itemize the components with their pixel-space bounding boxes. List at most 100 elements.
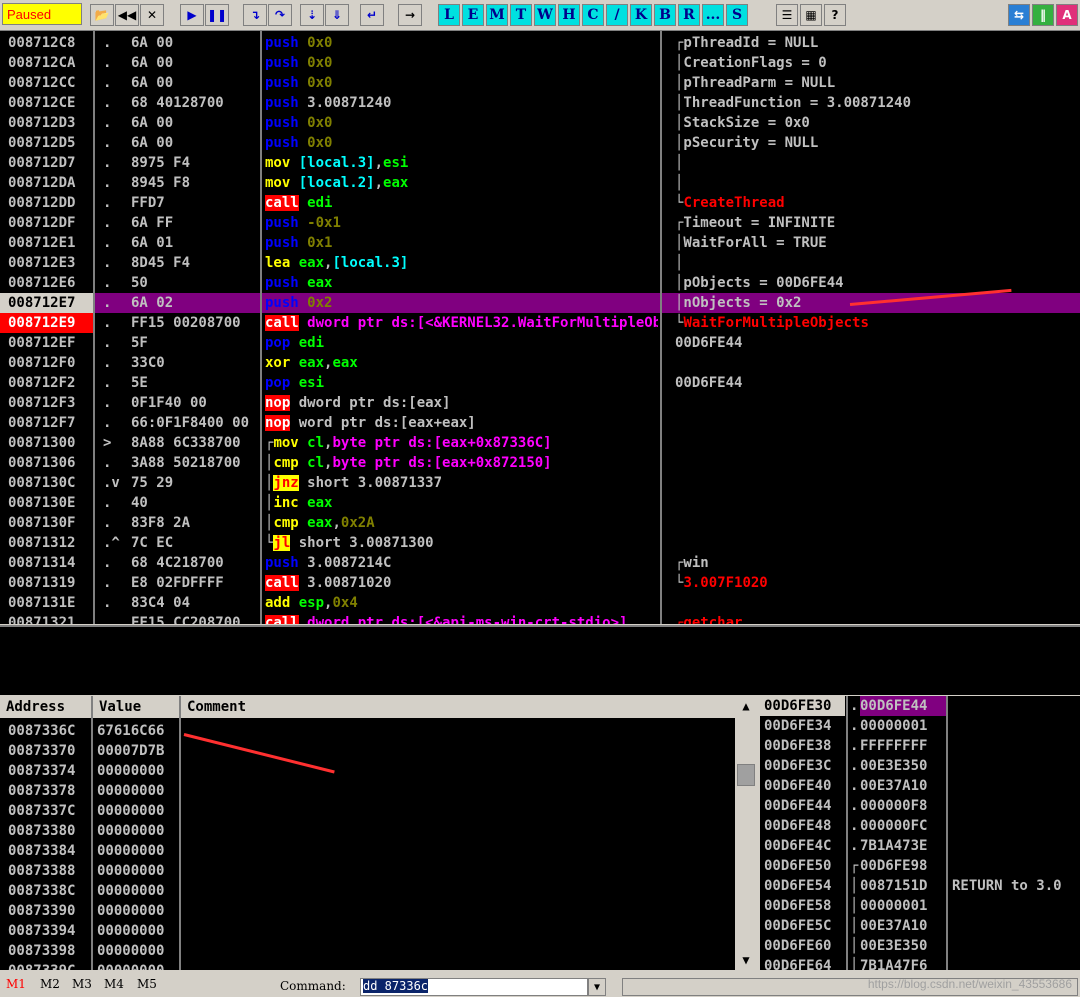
window-button[interactable]: K: [630, 4, 652, 26]
disassembly-row[interactable]: 0087130F. 83F8 2A │cmp eax,0x2A: [0, 513, 1080, 533]
instruction-address[interactable]: 008712F0: [0, 353, 93, 373]
pause-icon[interactable]: ❚❚: [205, 4, 229, 26]
step-into-icon[interactable]: ↴: [243, 4, 267, 26]
instruction-address[interactable]: 0087130F: [0, 513, 93, 533]
execute-till-return-icon[interactable]: ↵: [360, 4, 384, 26]
window-button[interactable]: E: [462, 4, 484, 26]
disassembly-row[interactable]: 008712E9. FF15 00208700 call dword ptr ds:…: [0, 313, 1080, 333]
disassembly-row[interactable]: 00871319. E8 02FDFFFF call 3.00871020 └3.00…: [0, 573, 1080, 593]
window-button[interactable]: /: [606, 4, 628, 26]
chevron-down-icon[interactable]: ▼: [588, 978, 606, 996]
disassembly-row[interactable]: 008712E3. 8D45 F4 lea eax,[local.3] │: [0, 253, 1080, 273]
instruction-address[interactable]: 00871306: [0, 453, 93, 473]
disassembly-row[interactable]: 008712E1. 6A 01 push 0x1 │WaitForAll = TRUE: [0, 233, 1080, 253]
goto-icon[interactable]: →: [398, 4, 422, 26]
disassembly-row[interactable]: 008712D3. 6A 00 push 0x0 │StackSize = 0x0: [0, 113, 1080, 133]
marker-m1[interactable]: M1: [6, 977, 26, 991]
disassembly-row[interactable]: 008712E6. 50 push eax │pObjects = 00D6FE44: [0, 273, 1080, 293]
instruction-address[interactable]: 008712F2: [0, 373, 93, 393]
stack-row[interactable]: 00D6FE58 │ 00000001: [760, 896, 1080, 916]
instruction-address[interactable]: 008712DA: [0, 173, 93, 193]
disassembly-row[interactable]: 008712CE. 68 40128700 push 3.00871240 │Thre…: [0, 93, 1080, 113]
disassembly-row[interactable]: 008712D5. 6A 00 push 0x0 │pSecurity = NULL: [0, 133, 1080, 153]
window-button[interactable]: C: [582, 4, 604, 26]
instruction-address[interactable]: 008712F7: [0, 413, 93, 433]
window-button[interactable]: R: [678, 4, 700, 26]
list-icon[interactable]: ☰: [776, 4, 798, 26]
instruction-address[interactable]: 00871321: [0, 613, 93, 624]
plugin-icon[interactable]: ‖: [1032, 4, 1054, 26]
instruction-address[interactable]: 008712DF: [0, 213, 93, 233]
stack-row[interactable]: 00D6FE40. 00E37A10: [760, 776, 1080, 796]
instruction-address[interactable]: 008712F3: [0, 393, 93, 413]
help-icon[interactable]: ?: [824, 4, 846, 26]
disassembly-row[interactable]: 008712DA. 8945 F8 mov [local.2],eax │: [0, 173, 1080, 193]
stack-row[interactable]: 00D6FE5C │ 00E37A10: [760, 916, 1080, 936]
disassembly-row[interactable]: 00871312 .^ 7C EC └jl short 3.00871300: [0, 533, 1080, 553]
dump-row[interactable]: 00873378 00000000: [0, 781, 735, 801]
instruction-address[interactable]: 008712EF: [0, 333, 93, 353]
disassembly-row[interactable]: 00871321. FF15 CC208700 call dword ptr ds:…: [0, 613, 1080, 624]
window-button[interactable]: S: [726, 4, 748, 26]
instruction-address[interactable]: 008712E3: [0, 253, 93, 273]
stack-row[interactable]: 00D6FE54 │ 0087151D RETURN to 3.0: [760, 876, 1080, 896]
disassembly-row[interactable]: 0087130C .v 75 29 │jnz short 3.00871337: [0, 473, 1080, 493]
instruction-address[interactable]: 008712E9: [0, 313, 93, 333]
disassembly-row[interactable]: 008712F0. 33C0 xor eax,eax: [0, 353, 1080, 373]
instruction-address[interactable]: 008712D3: [0, 113, 93, 133]
window-button[interactable]: M: [486, 4, 508, 26]
trace-into-icon[interactable]: ⇣: [300, 4, 324, 26]
disassembly-row[interactable]: 008712DD. FFD7 call edi └CreateThread: [0, 193, 1080, 213]
scroll-up-icon[interactable]: ▲: [735, 696, 757, 716]
dump-row[interactable]: 0087338C 00000000: [0, 881, 735, 901]
dump-header-value[interactable]: Value: [93, 696, 181, 718]
scroll-down-icon[interactable]: ▼: [735, 950, 757, 970]
about-icon[interactable]: A: [1056, 4, 1078, 26]
instruction-address[interactable]: 008712CE: [0, 93, 93, 113]
disassembly-row[interactable]: 0087130E. 40 │inc eax: [0, 493, 1080, 513]
stack-row[interactable]: 00D6FE44. 000000F8: [760, 796, 1080, 816]
column-divider[interactable]: [660, 31, 662, 624]
stack-row[interactable]: 00D6FE38. FFFFFFFF: [760, 736, 1080, 756]
dump-row[interactable]: 0087339C 00000000: [0, 961, 735, 970]
marker-m3[interactable]: M3: [72, 977, 92, 991]
instruction-address[interactable]: 00871300: [0, 433, 93, 453]
dump-header-comment[interactable]: Comment: [181, 696, 735, 718]
disassembly-row[interactable]: 008712DF. 6A FF push -0x1 ┌Timeout = INFINI…: [0, 213, 1080, 233]
dump-row[interactable]: 0087337C 00000000: [0, 801, 735, 821]
instruction-address[interactable]: 008712CA: [0, 53, 93, 73]
stack-row[interactable]: 00D6FE64 │ 7B1A47F6: [760, 956, 1080, 970]
dump-scrollbar[interactable]: ▲ ▼: [735, 696, 757, 970]
grid-icon[interactable]: ▦: [800, 4, 822, 26]
window-button[interactable]: L: [438, 4, 460, 26]
instruction-address[interactable]: 0087131E: [0, 593, 93, 613]
instruction-address[interactable]: 008712C8: [0, 33, 93, 53]
stack-row[interactable]: 00D6FE50 ┌ 00D6FE98: [760, 856, 1080, 876]
instruction-address[interactable]: 00871314: [0, 553, 93, 573]
instruction-address[interactable]: 008712DD: [0, 193, 93, 213]
disassembly-row[interactable]: 008712CC. 6A 00 push 0x0 │pThreadParm = NUL…: [0, 73, 1080, 93]
marker-m5[interactable]: M5: [137, 977, 157, 991]
dump-row[interactable]: 00873384 00000000: [0, 841, 735, 861]
disassembly-row[interactable]: 008712F2. 5E pop esi 00D6FE44: [0, 373, 1080, 393]
window-icon[interactable]: ⇆: [1008, 4, 1030, 26]
stack-row[interactable]: 00D6FE4C. 7B1A473E: [760, 836, 1080, 856]
dump-row[interactable]: 0087336C 67616C66: [0, 721, 735, 741]
instruction-address[interactable]: 0087130E: [0, 493, 93, 513]
stack-row[interactable]: 00D6FE30. 00D6FE44: [760, 696, 1080, 716]
instruction-address[interactable]: 008712CC: [0, 73, 93, 93]
disassembly-row[interactable]: 008712F3. 0F1F40 00 nop dword ptr ds:[eax]: [0, 393, 1080, 413]
disassembly-row[interactable]: 00871314. 68 4C218700 push 3.0087214C ┌win: [0, 553, 1080, 573]
window-button[interactable]: B: [654, 4, 676, 26]
dump-row[interactable]: 00873390 00000000: [0, 901, 735, 921]
window-button[interactable]: T: [510, 4, 532, 26]
dump-row[interactable]: 00873370 00007D7B: [0, 741, 735, 761]
dump-row[interactable]: 00873398 00000000: [0, 941, 735, 961]
disassembly-row[interactable]: 008712C8. 6A 00 push 0x0 ┌pThreadId = NULL: [0, 33, 1080, 53]
window-button[interactable]: H: [558, 4, 580, 26]
dump-row[interactable]: 00873394 00000000: [0, 921, 735, 941]
instruction-address[interactable]: 0087130C: [0, 473, 93, 493]
stack-row[interactable]: 00D6FE48. 000000FC: [760, 816, 1080, 836]
stack-row[interactable]: 00D6FE34. 00000001: [760, 716, 1080, 736]
column-divider[interactable]: [260, 31, 262, 624]
